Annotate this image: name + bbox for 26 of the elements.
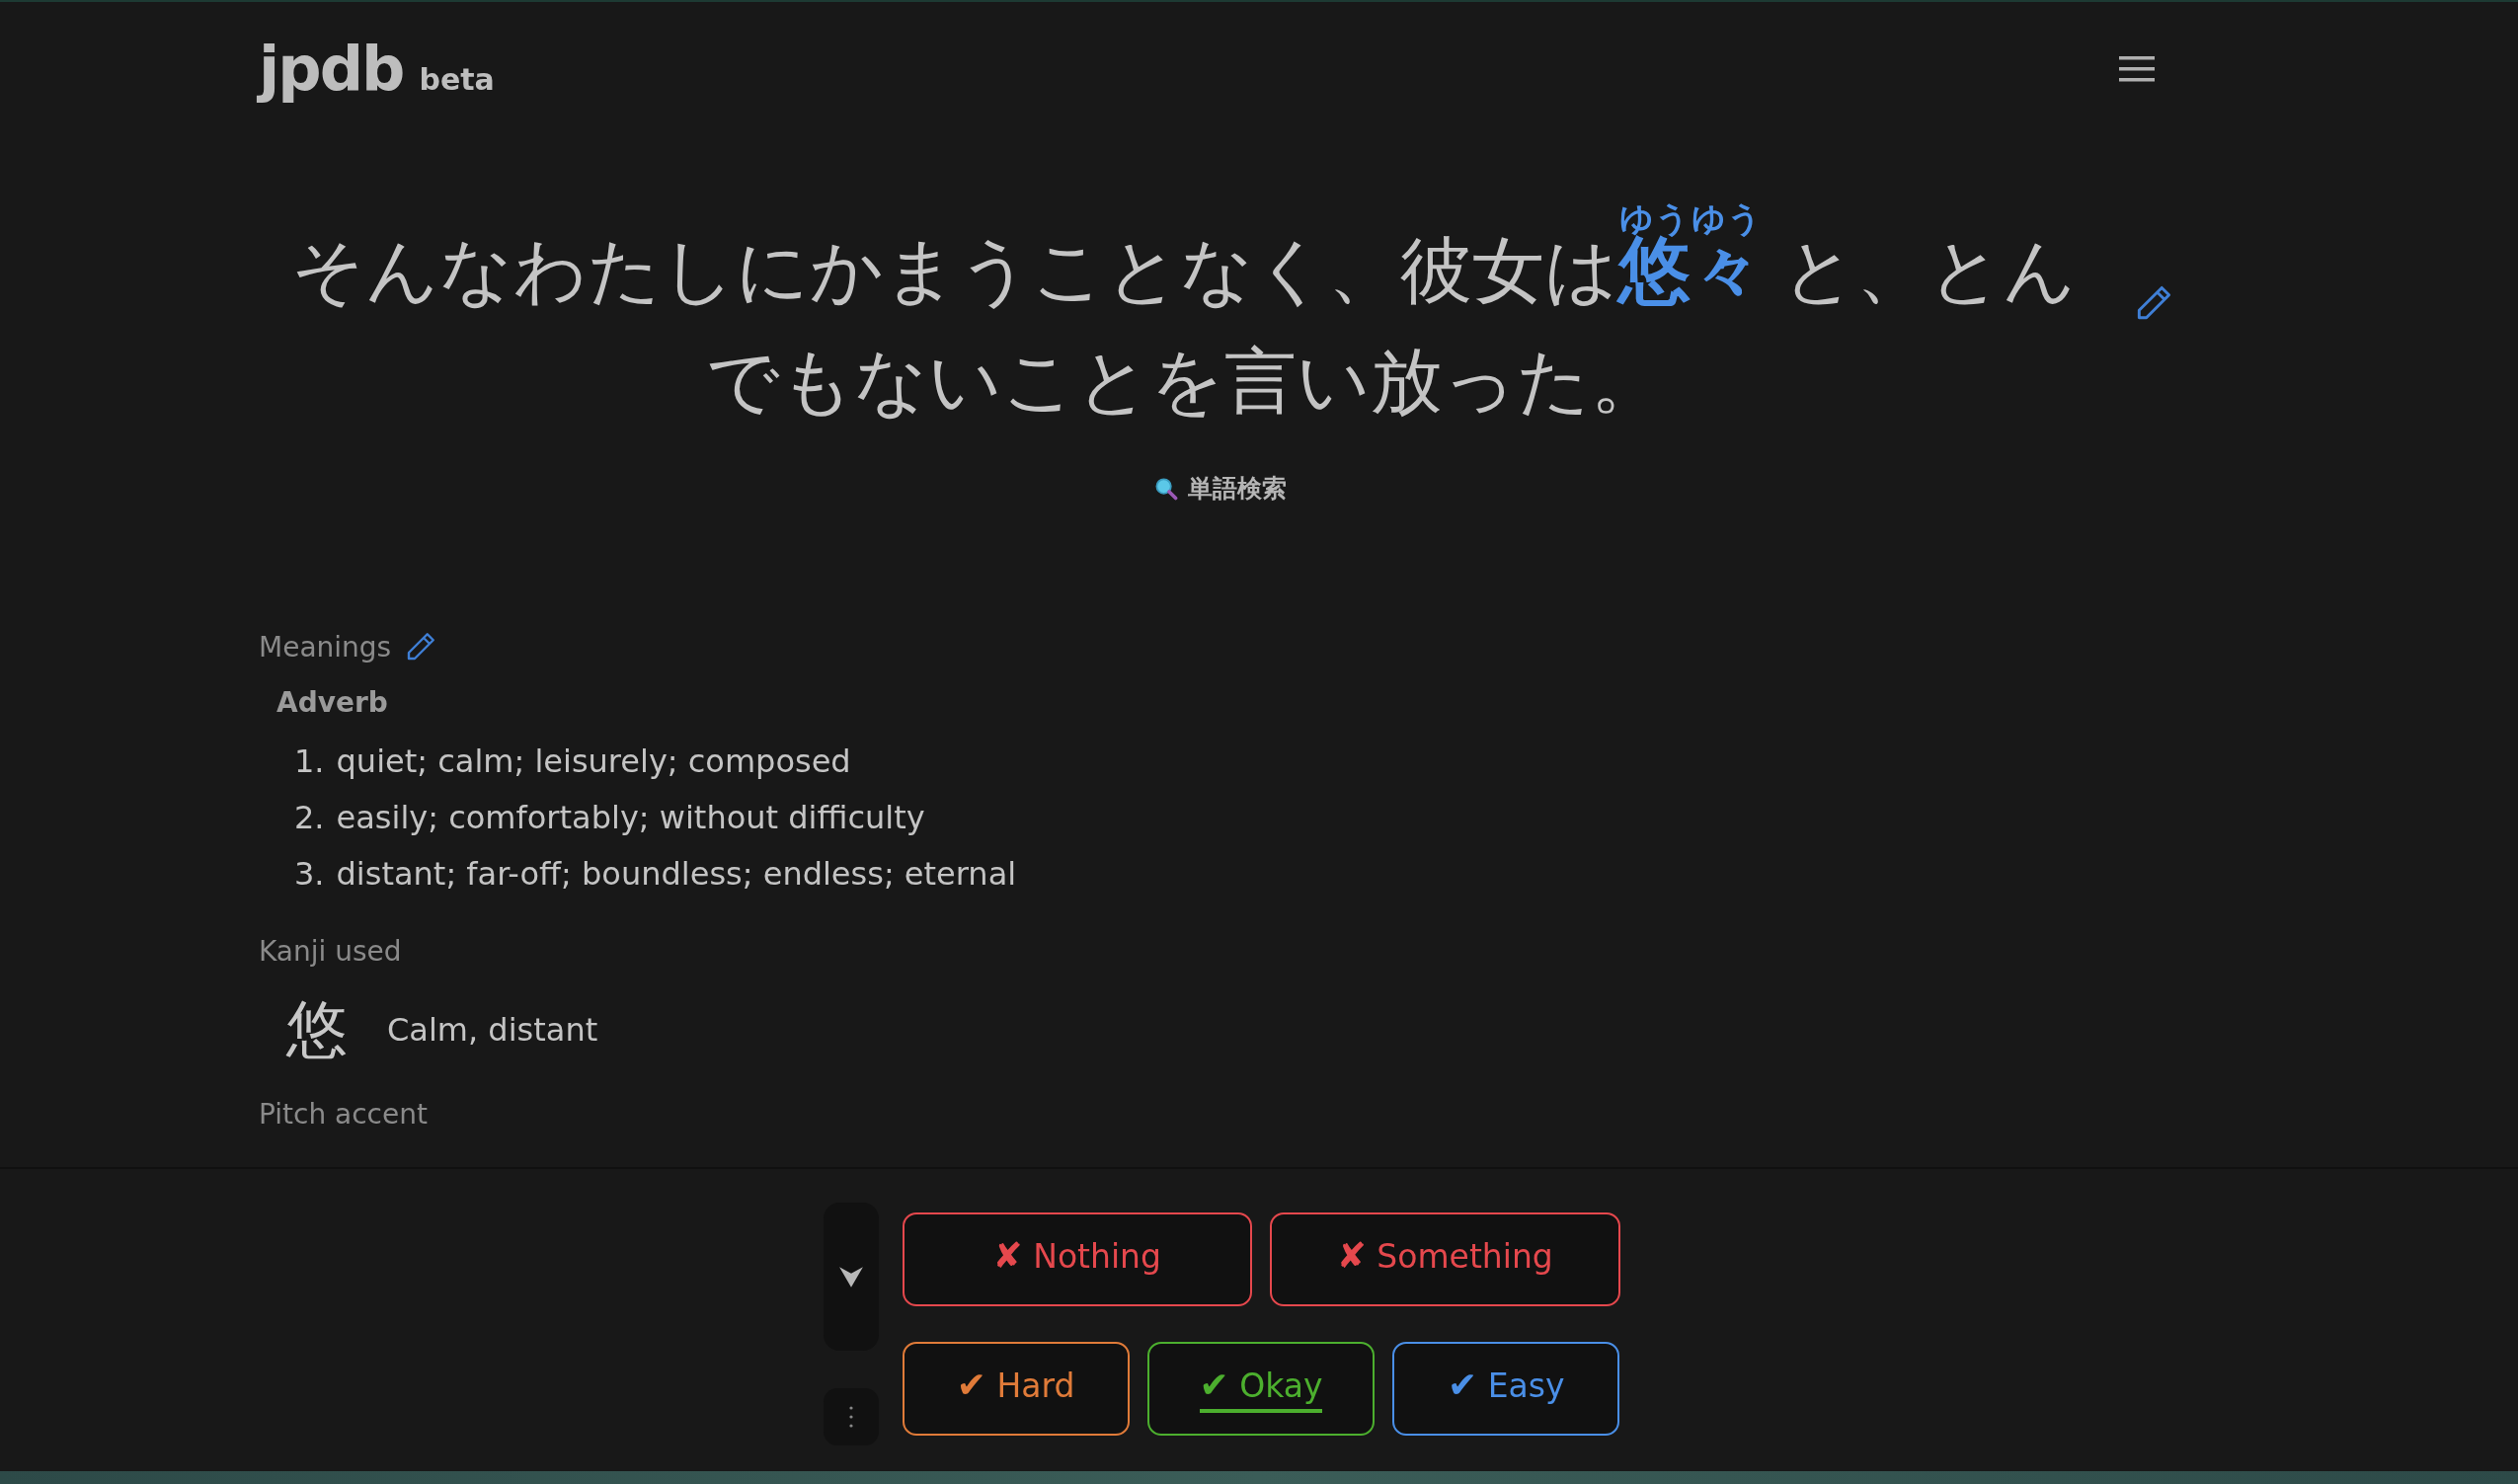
meaning-text: quiet; calm; leisurely; composed	[336, 742, 851, 780]
collapse-button[interactable]	[823, 1203, 879, 1351]
logo[interactable]: jpdb	[259, 33, 404, 105]
part-of-speech: Adverb	[276, 686, 389, 719]
answer-button[interactable]: ✔ Okay	[1146, 1342, 1376, 1436]
list-number: 3.	[294, 854, 325, 893]
menu-icon[interactable]	[2119, 53, 2155, 84]
meaning-text: easily; comfortably; without difficulty	[336, 798, 925, 836]
answer-button[interactable]: ✘ Something	[1270, 1212, 1620, 1306]
beta-label: beta	[419, 62, 495, 97]
list-number: 2.	[294, 798, 325, 836]
section-heading: Pitch accent	[259, 1098, 429, 1131]
magnifier-icon	[1154, 476, 1178, 501]
meaning-text: distant; far-off; boundless; endless; eternal	[336, 854, 1017, 893]
answer-button[interactable]: ✘ Nothing	[902, 1212, 1252, 1306]
list-number: 1.	[294, 742, 325, 780]
caret-icon	[837, 1265, 864, 1289]
dots-icon	[848, 1405, 853, 1429]
kanji-character[interactable]: 悠	[286, 988, 348, 1071]
answer-button[interactable]: ✔ Hard	[902, 1342, 1130, 1436]
kanji-meaning: Calm, distant	[387, 1011, 598, 1049]
section-heading: Kanji used	[259, 935, 403, 968]
word-lookup-link[interactable]: 単語検索	[1154, 472, 1287, 505]
answer-button[interactable]: ✔ Easy	[1392, 1342, 1620, 1436]
sentence: そんなわたしにかまうことなく、彼女は悠々 ゆうゆう と、とんでもないことを言い放った。	[289, 202, 2079, 423]
section-heading: Meanings	[259, 630, 392, 664]
